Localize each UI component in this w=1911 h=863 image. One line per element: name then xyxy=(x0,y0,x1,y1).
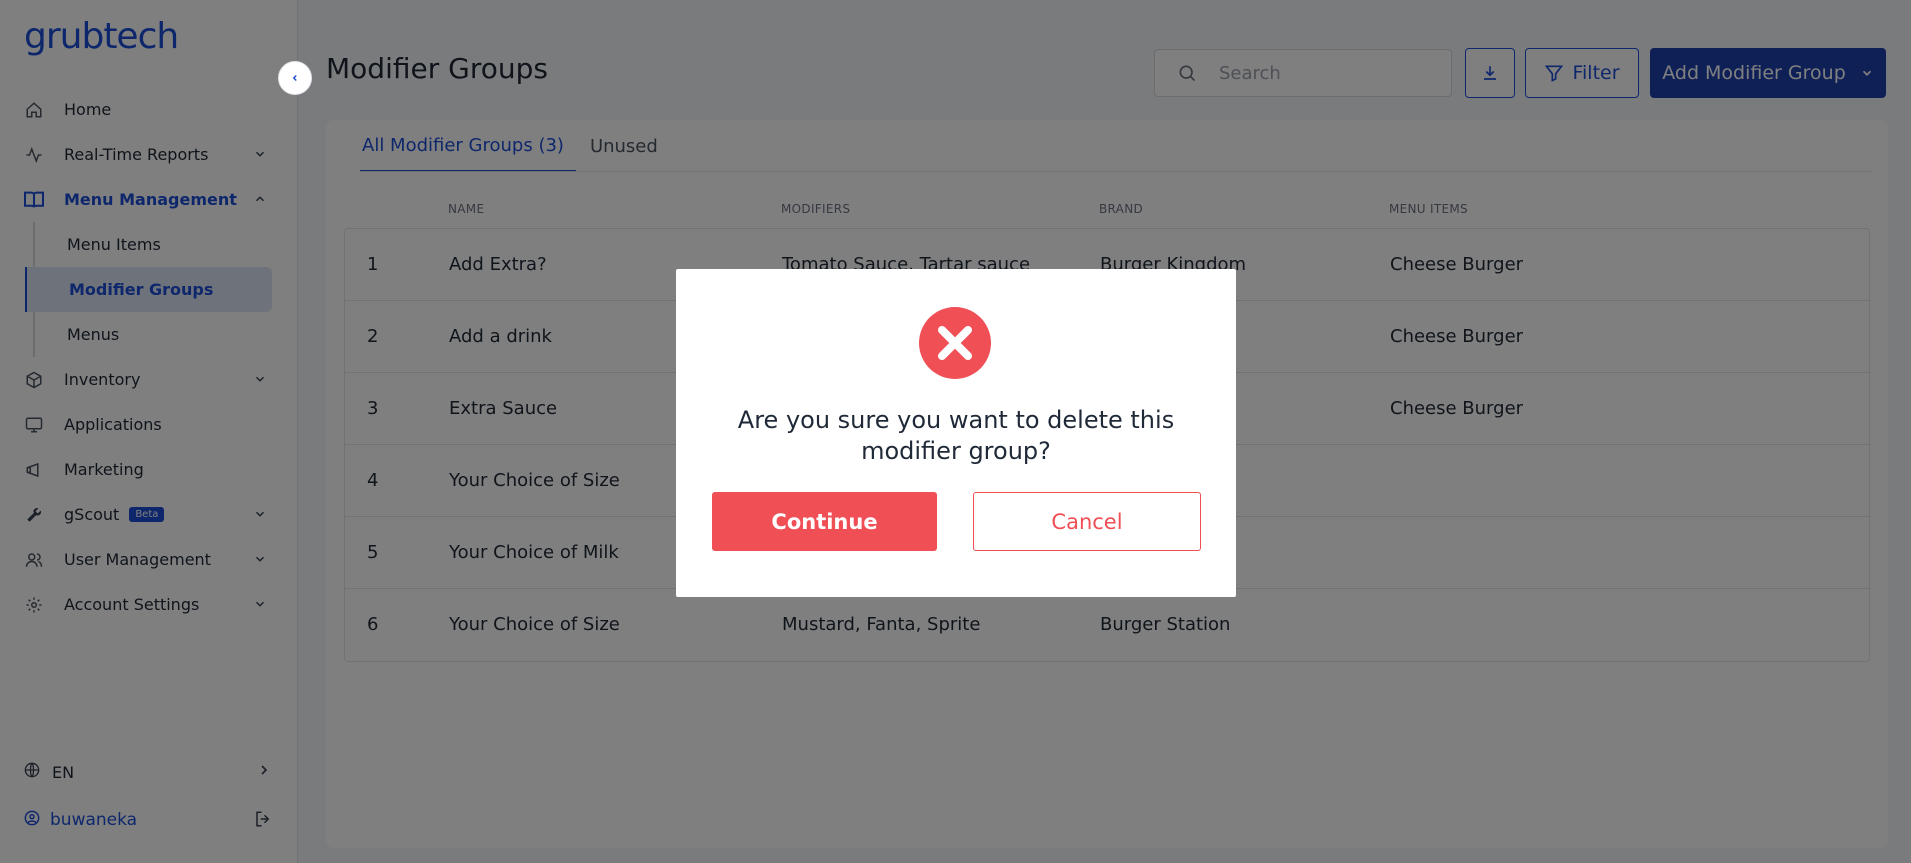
cancel-button[interactable]: Cancel xyxy=(973,492,1201,551)
collapse-sidebar-button[interactable] xyxy=(278,61,312,95)
dialog-message: Are you sure you want to delete this mod… xyxy=(737,406,1175,465)
chevron-left-icon xyxy=(292,74,297,82)
continue-button[interactable]: Continue xyxy=(712,492,937,551)
delete-confirmation-dialog: Are you sure you want to delete this mod… xyxy=(676,269,1236,597)
error-x-icon xyxy=(919,307,991,379)
